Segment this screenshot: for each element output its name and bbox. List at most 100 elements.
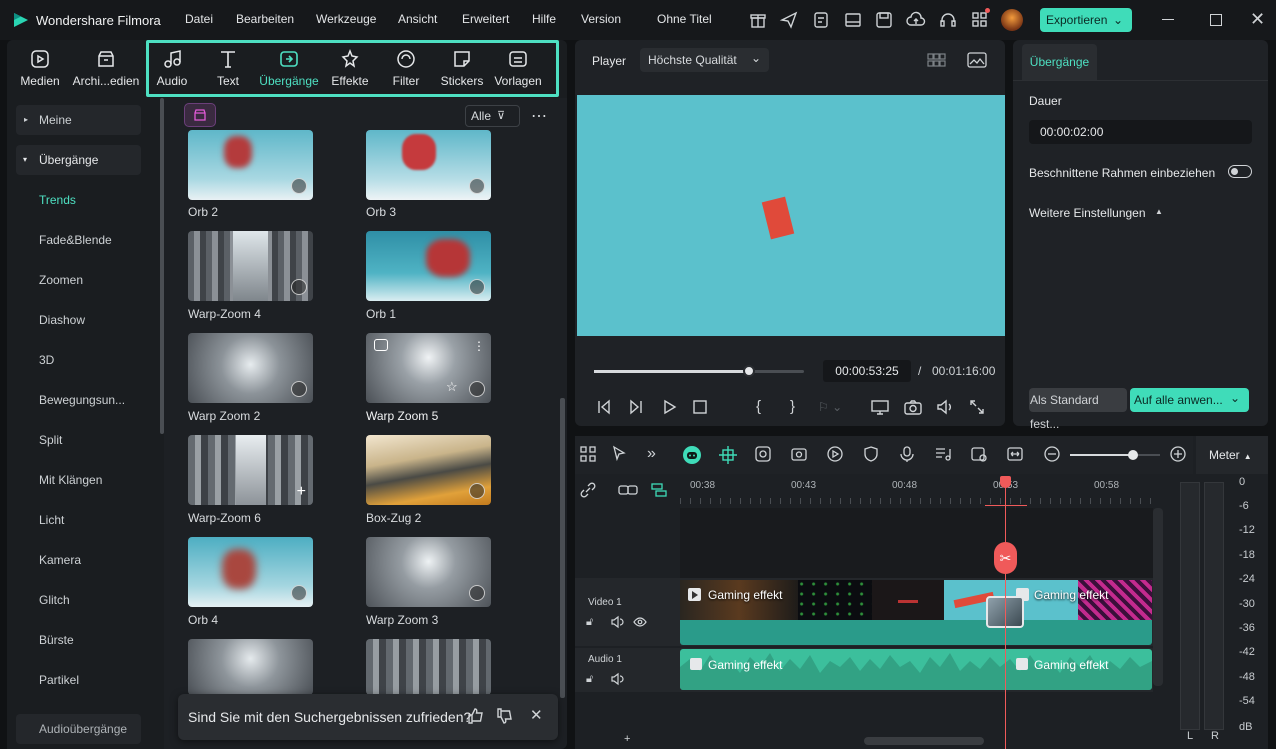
speaker-icon[interactable] [610, 672, 624, 686]
download-icon[interactable] [291, 279, 307, 295]
sidebar-item-trends[interactable]: Trends [16, 185, 141, 215]
close-icon[interactable]: ✕ [1250, 10, 1266, 28]
headset-icon[interactable] [938, 10, 958, 30]
video-clip[interactable]: Gaming effekt Gaming effekt [680, 580, 1152, 645]
category-audiouebergaenge[interactable]: Audioübergänge [16, 714, 141, 744]
layout-icon[interactable] [843, 10, 863, 30]
set-default-button[interactable]: Als Standard fest... [1029, 388, 1127, 431]
play-circle-icon[interactable] [826, 445, 846, 465]
eye-icon[interactable] [633, 615, 647, 629]
layout-grid-icon[interactable] [579, 445, 599, 465]
ai-assist-icon[interactable] [682, 445, 702, 465]
zoom-out-icon[interactable] [1043, 445, 1063, 465]
chain-icon[interactable] [618, 481, 638, 499]
sidebar-item-kamera[interactable]: Kamera [16, 545, 141, 575]
sidebar-item-zoomen[interactable]: Zoomen [16, 265, 141, 295]
link-icon[interactable] [579, 481, 597, 499]
download-icon[interactable] [469, 178, 485, 194]
microphone-icon[interactable] [898, 445, 918, 465]
snapshot-icon[interactable] [904, 399, 922, 415]
display-icon[interactable] [871, 399, 889, 415]
sidebar-scrollbar[interactable] [160, 98, 164, 434]
sidebar-item-diashow[interactable]: Diashow [16, 305, 141, 335]
quality-dropdown[interactable]: Höchste Qualität ⌄ [640, 48, 769, 72]
thumb-partial-2[interactable] [366, 639, 491, 695]
export-button[interactable]: Exportieren ⌄ [1040, 8, 1132, 32]
sidebar-item-fade[interactable]: Fade&Blende [16, 225, 141, 255]
fullscreen-icon[interactable] [969, 399, 985, 415]
menu-werkzeuge[interactable]: Werkzeuge [316, 12, 376, 26]
tab-effekte[interactable]: Effekte [320, 44, 380, 92]
grid-view-icon[interactable] [927, 52, 947, 68]
download-icon[interactable] [291, 381, 307, 397]
mark-in-icon[interactable]: { [756, 398, 761, 415]
marker-icon[interactable]: ⚐ ⌄ [818, 400, 842, 414]
grid-scrollbar[interactable] [560, 398, 565, 698]
thumb-box-zug-2[interactable] [366, 435, 491, 505]
menu-hilfe[interactable]: Hilfe [532, 12, 556, 26]
duration-input[interactable]: 00:00:02:00 [1029, 120, 1252, 144]
star-icon[interactable]: ☆ [446, 379, 458, 395]
thumb-warp-zoom-2[interactable] [188, 333, 313, 403]
shield-icon[interactable] [862, 445, 882, 465]
apps-grid-icon[interactable] [970, 10, 990, 30]
volume-icon[interactable] [936, 399, 954, 415]
download-icon[interactable] [291, 178, 307, 194]
download-icon[interactable] [469, 279, 485, 295]
thumb-orb-2[interactable] [188, 130, 313, 200]
scissors-icon[interactable]: ✂ [994, 542, 1017, 574]
cloud-upload-icon[interactable] [906, 10, 926, 30]
thumb-warp-zoom-3[interactable] [366, 537, 491, 607]
zoom-in-icon[interactable] [1169, 445, 1189, 465]
more-vertical-icon[interactable]: ⋮ [473, 339, 485, 353]
menu-erweitert[interactable]: Erweitert [462, 12, 509, 26]
tab-uebergaenge-props[interactable]: Übergänge [1022, 44, 1097, 80]
preview-icon[interactable] [374, 339, 388, 351]
tab-uebergaenge[interactable]: Übergänge [256, 44, 322, 92]
add-icon[interactable]: + [297, 483, 306, 501]
play-icon[interactable] [661, 399, 677, 415]
apply-all-button[interactable]: Auf alle anwen... ⌄ [1130, 388, 1249, 412]
crop-toggle[interactable] [1228, 165, 1252, 178]
filter-dropdown[interactable]: Alle ⊽ [465, 105, 520, 127]
render-icon[interactable] [970, 445, 990, 465]
download-icon[interactable] [469, 381, 485, 397]
more-settings-label[interactable]: Weitere Einstellungen [1029, 206, 1146, 220]
tab-text[interactable]: Text [198, 44, 258, 92]
sidebar-item-glitch[interactable]: Glitch [16, 585, 141, 615]
menu-datei[interactable]: Datei [185, 12, 213, 26]
progress-track[interactable] [594, 365, 804, 377]
tab-archiv[interactable]: Archi...edien [72, 44, 140, 92]
stop-icon[interactable] [693, 400, 707, 414]
sidebar-item-3d[interactable]: 3D [16, 345, 141, 375]
menu-ansicht[interactable]: Ansicht [398, 12, 437, 26]
more-options-icon[interactable]: ⋯ [531, 106, 547, 126]
tab-audio[interactable]: Audio [142, 44, 202, 92]
sidebar-item-bewegung[interactable]: Bewegungsun... [16, 385, 141, 415]
category-meine[interactable]: ▸ Meine [16, 105, 141, 135]
thumb-warp-zoom-6[interactable]: + [188, 435, 313, 505]
sidebar-item-partikel[interactable]: Partikel [16, 665, 141, 695]
preview-canvas[interactable] [577, 95, 1005, 336]
caret-up-icon[interactable]: ▲ [1155, 207, 1163, 216]
lock-icon[interactable]: 🔓︎ [586, 616, 593, 629]
audio-list-icon[interactable] [934, 445, 954, 465]
audio-clip[interactable]: Gaming effekt Gaming effekt [680, 649, 1152, 690]
zoom-slider[interactable] [1070, 450, 1160, 460]
timeline-v-scrollbar[interactable] [1153, 508, 1163, 686]
download-icon[interactable] [469, 483, 485, 499]
tab-stickers[interactable]: Stickers [432, 44, 492, 92]
face-icon[interactable] [754, 445, 774, 465]
camera-add-icon[interactable] [790, 445, 810, 465]
close-feedback-icon[interactable]: ✕ [530, 706, 543, 724]
double-chevron-icon[interactable]: » [647, 445, 667, 465]
thumb-orb-1[interactable] [366, 231, 491, 301]
add-track-icon[interactable]: + [624, 733, 630, 745]
menu-version[interactable]: Version [581, 12, 621, 26]
document-icon[interactable] [811, 10, 831, 30]
lock-icon[interactable]: 🔓︎ [586, 673, 593, 686]
thumb-orb-4[interactable] [188, 537, 313, 607]
snap-icon[interactable] [718, 445, 738, 465]
sidebar-item-klaengen[interactable]: Mit Klängen [16, 465, 141, 495]
tab-filter[interactable]: Filter [376, 44, 436, 92]
